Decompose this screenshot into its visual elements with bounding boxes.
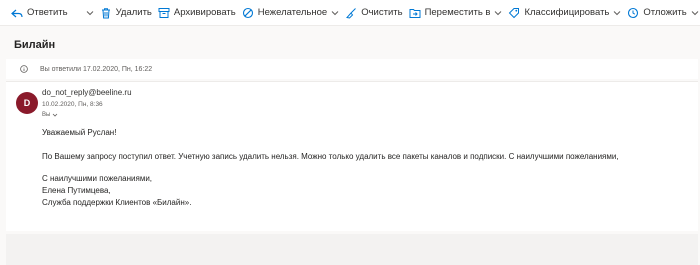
archive-label: Архивировать [173,7,236,18]
command-toolbar: Ответить Удалить Архивировать Нежелатель… [0,0,700,26]
categorize-button[interactable]: Классифицировать [505,2,624,24]
recipients-line[interactable]: Вы [42,112,58,118]
replied-notice-text: Вы ответили 17.02.2020, Пн, 16:22 [40,65,153,73]
junk-label: Нежелательное [257,7,328,18]
chevron-down-icon [86,9,94,17]
chevron-down-icon [52,112,58,118]
snooze-label: Отложить [643,7,687,18]
body-signature-name: Елена Путимцева, [42,186,111,195]
avatar[interactable]: D [16,92,38,114]
archive-button[interactable]: Архивировать [155,2,239,24]
body-paragraph: По Вашему запросу поступил ответ. Учетну… [42,152,619,161]
chevron-down-icon [331,9,339,17]
recipient-label: Вы [42,112,51,118]
message-date: 10.02.2020, Пн, 8:36 [42,101,103,108]
chevron-down-icon [613,9,621,17]
message-card: D do_not_reply@beeline.ru 10.02.2020, Пн… [6,81,698,231]
sweep-button[interactable]: Очистить [342,2,405,24]
body-signature-org: Служба поддержки Клиентов «Билайн». [42,198,192,207]
delete-label: Удалить [115,7,152,18]
reply-button[interactable]: Ответить [8,2,71,24]
delete-button[interactable]: Удалить [97,2,155,24]
snooze-button[interactable]: Отложить [624,2,700,24]
categorize-label: Классифицировать [524,7,610,18]
reply-label: Ответить [27,7,68,18]
trash-icon [100,7,112,19]
tag-icon [508,7,520,19]
body-greeting: Уважаемый Руслан! [42,128,117,137]
chevron-down-icon [691,9,699,17]
folder-move-icon [409,7,421,19]
archive-icon [158,7,170,19]
broom-icon [345,7,357,19]
chevron-down-icon [494,9,502,17]
clock-icon [627,7,639,19]
move-to-button[interactable]: Переместить в [406,2,506,24]
body-closing: С наилучшими пожеланиями, [42,174,153,183]
block-icon [242,7,254,19]
move-to-label: Переместить в [424,7,491,18]
sweep-label: Очистить [361,7,403,18]
reply-options-button[interactable] [79,2,97,24]
junk-button[interactable]: Нежелательное [239,2,343,24]
info-icon [20,65,28,73]
conversation-title: Билайн [14,39,56,51]
reply-icon [11,7,23,19]
replied-notice-bar[interactable]: Вы ответили 17.02.2020, Пн, 16:22 [6,59,698,79]
sender-address[interactable]: do_not_reply@beeline.ru [42,88,132,97]
reading-pane-footer [6,234,698,265]
